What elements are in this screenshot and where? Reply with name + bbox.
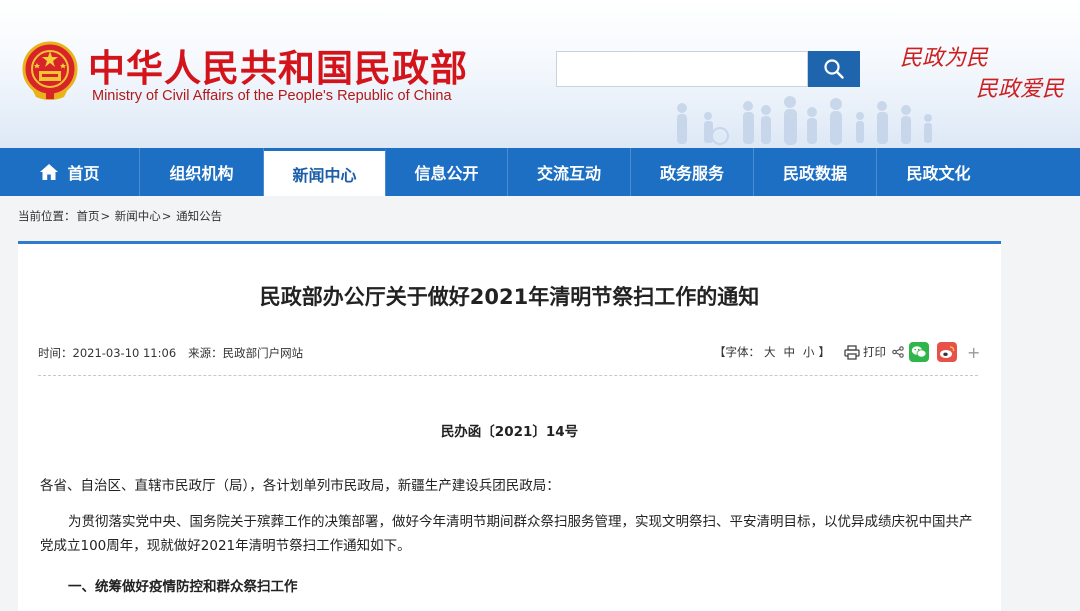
share-icon[interactable] [892,346,904,358]
nav-item-culture[interactable]: 民政文化 [877,148,1000,196]
site-title-en[interactable]: Ministry of Civil Affairs of the People'… [92,88,452,104]
print-icon [844,344,860,360]
body-paragraph-line-2: 党成立100周年，现就做好2021年清明节祭扫工作通知如下。 [40,538,411,554]
slogan-line-2: 民政爱民 [976,77,1065,102]
nav-item-interaction[interactable]: 交流互动 [508,148,631,196]
breadcrumb-separator: > [161,209,172,223]
slogan-line-1: 民政为民 [900,46,989,71]
home-icon [39,163,59,181]
wechat-share-icon[interactable] [909,342,929,362]
body-paragraph: 为贯彻落实党中央、国务院关于殡葬工作的决策部署，做好今年清明节期间群众祭扫服务管… [40,510,980,558]
nav-item-data[interactable]: 民政数据 [754,148,877,196]
main-nav: 首页 组织机构 新闻中心 信息公开 交流互动 政务服务 民政数据 民政文化 [0,148,1080,196]
section-heading: 一、统筹做好疫情防控和群众祭扫工作 [68,579,298,595]
breadcrumb: 当前位置：首页> 新闻中心> 通知公告 [18,208,223,224]
article-card: 民政部办公厅关于做好2021年清明节祭扫工作的通知 时间：2021-03-10 … [18,241,1001,611]
article-title: 民政部办公厅关于做好2021年清明节祭扫工作的通知 [259,285,760,309]
time-label: 时间： [38,346,73,360]
article-meta: 时间：2021-03-10 11:06 来源：民政部门户网站 [38,345,303,361]
print-label: 打印 [863,345,886,359]
addressee-line: 各省、自治区、直辖市民政厅（局），各计划单列市民政局，新疆生产建设兵团民政局： [40,478,560,494]
breadcrumb-home[interactable]: 首页 [77,209,100,223]
publish-time: 2021-03-10 11:06 [72,346,177,360]
search-input[interactable] [556,51,808,87]
nav-item-gov-services[interactable]: 政务服务 [631,148,754,196]
source-value: 民政部门户网站 [222,346,304,360]
document-number: 民办函〔2021〕14号 [440,424,579,440]
article-tools: 【字体： 大 中 小 】 打印 + [714,340,980,364]
nav-item-organization[interactable]: 组织机构 [140,148,264,196]
site-header: 中华人民共和国民政部 Ministry of Civil Affairs of … [0,0,1080,148]
breadcrumb-news-center[interactable]: 新闻中心 [115,209,161,223]
national-emblem-icon[interactable] [22,41,78,103]
font-size-medium-button[interactable]: 中 [784,344,796,360]
print-button[interactable]: 打印 [844,344,886,360]
weibo-share-icon[interactable] [937,342,957,362]
source-label: 来源： [188,346,223,360]
nav-item-news-center[interactable]: 新闻中心 [264,148,386,196]
breadcrumb-separator: > [100,209,111,223]
nav-item-label: 首页 [67,164,100,183]
people-silhouette-decoration [677,96,932,145]
nav-item-info-disclosure[interactable]: 信息公开 [386,148,508,196]
search-icon [824,59,844,79]
font-size-suffix: 】 [818,345,831,359]
font-size-small-button[interactable]: 小 [803,344,815,360]
font-size-prefix: 【字体： [714,345,760,359]
breadcrumb-notices[interactable]: 通知公告 [176,209,222,223]
body-paragraph-line-1: 为贯彻落实党中央、国务院关于殡葬工作的决策部署，做好今年清明节期间群众祭扫服务管… [68,514,973,530]
breadcrumb-prefix: 当前位置： [18,209,76,223]
nav-item-home[interactable]: 首页 [0,148,140,196]
meta-divider [38,375,978,376]
site-title-cn[interactable]: 中华人民共和国民政部 [88,38,468,92]
search-button[interactable] [808,51,860,87]
more-share-icon[interactable]: + [967,343,980,362]
font-size-large-button[interactable]: 大 [764,344,776,360]
